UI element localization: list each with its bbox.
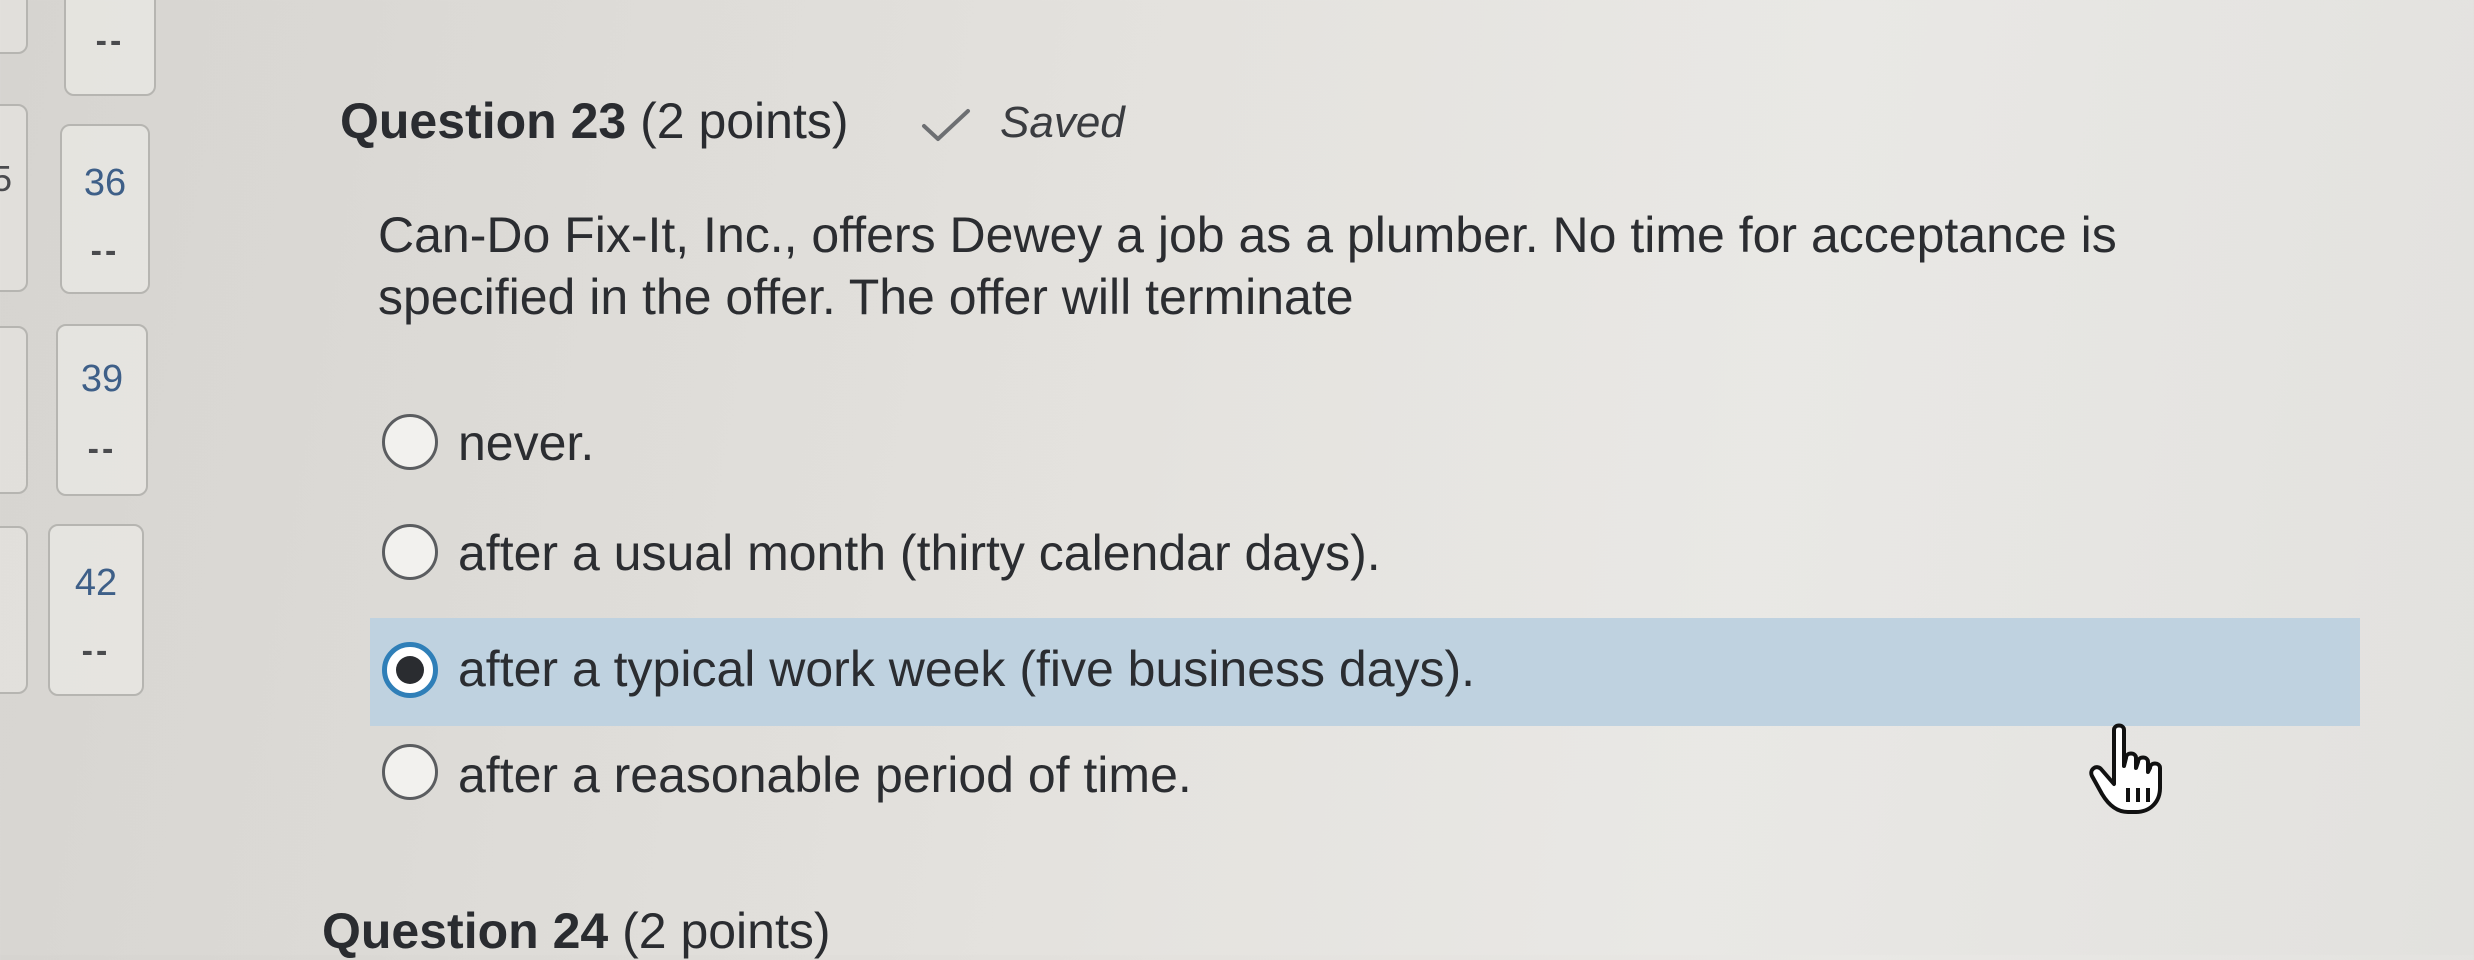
nav-question-number: 36: [83, 162, 127, 204]
nav-question-tile[interactable]: 36 --: [60, 124, 150, 294]
next-question-number: Question 24: [322, 903, 609, 959]
answer-option[interactable]: after a usual month (thirty calendar day…: [370, 500, 2360, 608]
check-icon: [922, 109, 970, 141]
nav-edge-number: 5: [0, 158, 12, 199]
radio-button[interactable]: [382, 744, 438, 800]
saved-status: Saved: [1000, 98, 1125, 147]
option-label: never.: [458, 415, 595, 471]
nav-question-number: 42: [74, 562, 118, 604]
option-label: after a usual month (thirty calendar day…: [458, 525, 1381, 581]
question-text: Can-Do Fix-It, Inc., offers Dewey a job …: [378, 207, 2117, 325]
nav-question-number: 39: [80, 358, 124, 400]
nav-question-tile[interactable]: 39 --: [56, 324, 148, 496]
option-label: after a typical work week (five business…: [458, 641, 1476, 697]
radio-button[interactable]: [382, 414, 438, 470]
radio-button[interactable]: [382, 524, 438, 580]
nav-status: --: [81, 632, 111, 670]
hand-pointer-icon: [2089, 723, 2162, 814]
next-question-title: Question 24 (2 points): [322, 902, 831, 960]
nav-tile-partial[interactable]: [0, 0, 28, 54]
nav-tile-partial[interactable]: 5: [0, 104, 28, 292]
question-title: Question 23 (2 points): [340, 92, 849, 150]
next-question-points: (2 points): [622, 903, 831, 959]
question-points: (2 points): [640, 93, 849, 149]
radio-button-selected[interactable]: [382, 642, 438, 698]
nav-tile-partial[interactable]: [0, 326, 28, 494]
answer-option-selected[interactable]: after a typical work week (five business…: [370, 618, 2360, 726]
nav-status: --: [95, 22, 125, 60]
answer-option[interactable]: after a reasonable period of time.: [370, 720, 2360, 828]
answer-option[interactable]: never.: [370, 390, 2360, 498]
option-label: after a reasonable period of time.: [458, 747, 1192, 803]
nav-status: --: [87, 430, 117, 468]
nav-question-tile[interactable]: 42 --: [48, 524, 144, 696]
question-number: Question 23: [340, 93, 627, 149]
nav-tile-partial[interactable]: [0, 526, 28, 694]
nav-status: --: [90, 232, 120, 270]
nav-question-tile[interactable]: --: [64, 0, 156, 96]
